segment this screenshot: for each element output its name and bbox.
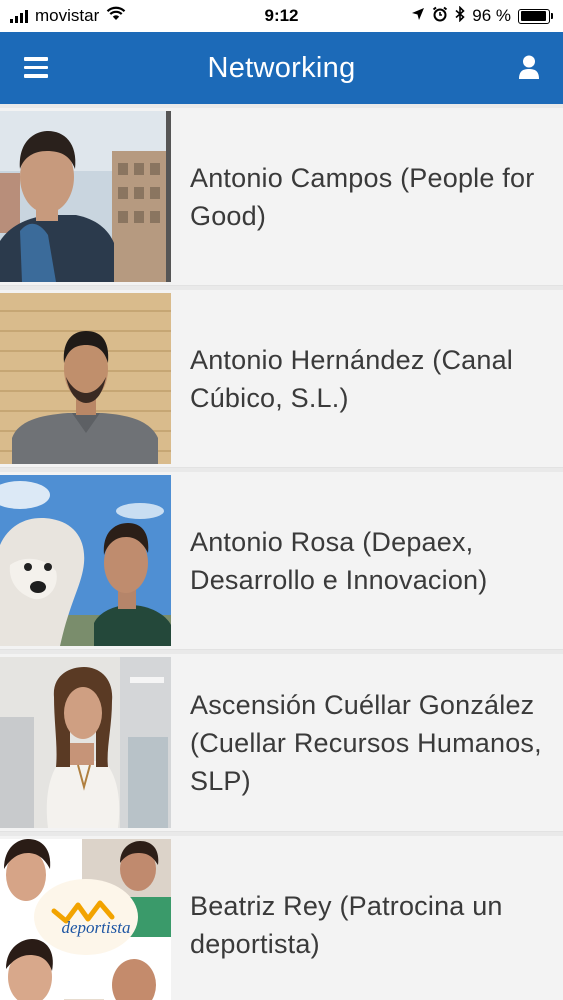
contact-photo [0,657,171,828]
status-bar-right: 96 % [411,5,553,27]
signal-icon [10,9,28,23]
contact-logo: deportista [0,839,171,1000]
contact-row[interactable]: Ascensión Cuéllar González (Cuellar Recu… [0,654,563,832]
contact-name: Antonio Campos (People for Good) [190,162,535,231]
alarm-icon [432,6,448,27]
status-bar-left: movistar [10,6,126,26]
contact-row[interactable]: Antonio Rosa (Depaex, Desarrollo e Innov… [0,472,563,650]
contact-photo [0,293,171,464]
wifi-icon [106,6,126,26]
battery-fill [520,11,547,21]
contact-row[interactable]: Antonio Hernández (Canal Cúbico, S.L.) [0,290,563,468]
carrier-label: movistar [35,6,100,25]
contact-name: Beatriz Rey (Patrocina un deportista) [190,890,503,959]
contact-photo [0,111,171,282]
status-bar: movistar 9:12 96 % [0,0,563,32]
contact-name: Antonio Hernández (Canal Cúbico, S.L.) [190,344,513,413]
logo-text: deportista [62,918,131,937]
hamburger-menu-icon[interactable] [24,57,48,79]
contact-name: Ascensión Cuéllar González (Cuellar Recu… [190,689,542,796]
contact-list: Antonio Campos (People for Good) Antonio… [0,108,563,1000]
contact-row[interactable]: Antonio Campos (People for Good) [0,108,563,286]
contact-name: Antonio Rosa (Depaex, Desarrollo e Innov… [190,526,488,595]
battery-percent: 96 % [472,6,511,25]
page-title: Networking [207,51,356,84]
location-icon [411,6,425,26]
contact-photo [0,475,171,646]
app-header: Networking [0,32,563,104]
user-profile-icon[interactable] [517,54,541,80]
contact-row[interactable]: deportista Beatriz Rey (Patrocina un dep… [0,836,563,1000]
bluetooth-icon [455,5,465,27]
battery-icon [518,8,553,24]
